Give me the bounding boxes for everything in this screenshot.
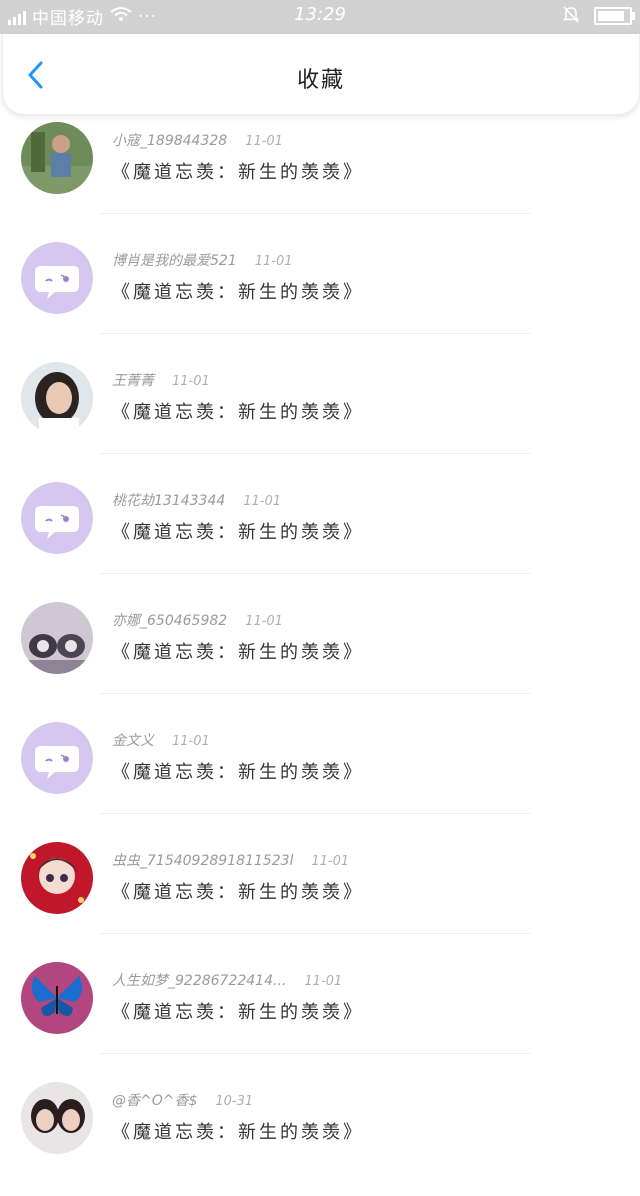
username[interactable]: 亦娜_650465982 bbox=[112, 613, 227, 629]
list-item[interactable]: 金文义 11-01 《魔道忘羡：新生的羡羡》 bbox=[0, 716, 640, 836]
book-title[interactable]: 《魔道忘羡：新生的羡羡》 bbox=[112, 278, 364, 304]
status-right bbox=[562, 5, 635, 27]
divider bbox=[100, 693, 530, 694]
book-title[interactable]: 《魔道忘羡：新生的羡羡》 bbox=[112, 158, 364, 184]
divider bbox=[100, 573, 530, 574]
list-item[interactable]: 亦娜_650465982 11-01 《魔道忘羡：新生的羡羡》 bbox=[0, 596, 640, 716]
date: 11-01 bbox=[245, 134, 283, 149]
username[interactable]: 王菁菁 bbox=[112, 373, 154, 389]
username[interactable]: 虫虫_7154092891811523l bbox=[112, 853, 293, 869]
avatar bbox=[21, 602, 93, 674]
book-title[interactable]: 《魔道忘羡：新生的羡羡》 bbox=[112, 878, 364, 904]
book-title[interactable]: 《魔道忘羡：新生的羡羡》 bbox=[112, 1118, 364, 1144]
divider bbox=[100, 213, 530, 214]
avatar bbox=[21, 962, 93, 1034]
list-item[interactable]: 博肖是我的最爱521 11-01 《魔道忘羡：新生的羡羡》 bbox=[0, 236, 640, 356]
avatar bbox=[21, 1082, 93, 1154]
divider bbox=[100, 453, 530, 454]
date: 11-01 bbox=[172, 374, 210, 389]
battery-icon bbox=[594, 7, 635, 25]
date: 11-01 bbox=[304, 974, 343, 989]
date: 11-01 bbox=[254, 254, 293, 269]
date: 11-01 bbox=[172, 734, 210, 749]
avatar bbox=[21, 122, 93, 194]
username[interactable]: 人生如梦_92286722414... bbox=[112, 973, 286, 989]
date: 11-01 bbox=[245, 614, 283, 629]
list-item[interactable]: 小寇_189844328 11-01 《魔道忘羡：新生的羡羡》 bbox=[0, 116, 640, 236]
avatar bbox=[21, 362, 93, 434]
favorites-list: 小寇_189844328 11-01 《魔道忘羡：新生的羡羡》 博肖是我的最爱52… bbox=[0, 116, 640, 1196]
mute-bell-icon bbox=[562, 5, 580, 27]
clock: 13:29 bbox=[294, 4, 346, 25]
username[interactable]: 博肖是我的最爱521 bbox=[112, 253, 237, 269]
list-item[interactable]: 桃花劫13143344 11-01 《魔道忘羡：新生的羡羡》 bbox=[0, 476, 640, 596]
username[interactable]: 金文义 bbox=[112, 733, 154, 749]
divider bbox=[100, 1053, 530, 1054]
avatar bbox=[21, 242, 93, 314]
status-bar: 中国移动 ··· 13:29 bbox=[0, 0, 640, 34]
list-item[interactable]: @香^O^香$ 10-31 《魔道忘羡：新生的羡羡》 bbox=[0, 1076, 640, 1196]
username[interactable]: @香^O^香$ bbox=[112, 1093, 197, 1109]
page-title: 收藏 bbox=[296, 68, 345, 93]
avatar bbox=[21, 482, 93, 554]
username[interactable]: 小寇_189844328 bbox=[112, 133, 227, 149]
book-title[interactable]: 《魔道忘羡：新生的羡羡》 bbox=[112, 518, 364, 544]
divider bbox=[100, 813, 530, 814]
date: 10-31 bbox=[215, 1094, 254, 1109]
username[interactable]: 桃花劫13143344 bbox=[112, 493, 225, 509]
header-bar: 收藏 bbox=[2, 34, 640, 115]
date: 11-01 bbox=[311, 854, 350, 869]
book-title[interactable]: 《魔道忘羡：新生的羡羡》 bbox=[112, 638, 364, 664]
list-item[interactable]: 王菁菁 11-01 《魔道忘羡：新生的羡羡》 bbox=[0, 356, 640, 476]
divider bbox=[100, 333, 530, 334]
book-title[interactable]: 《魔道忘羡：新生的羡羡》 bbox=[112, 758, 364, 784]
divider bbox=[100, 933, 530, 934]
list-item[interactable]: 人生如梦_92286722414... 11-01 《魔道忘羡：新生的羡羡》 bbox=[0, 956, 640, 1076]
list-item[interactable]: 虫虫_7154092891811523l 11-01 《魔道忘羡：新生的羡羡》 bbox=[0, 836, 640, 956]
date: 11-01 bbox=[243, 494, 282, 509]
book-title[interactable]: 《魔道忘羡：新生的羡羡》 bbox=[112, 398, 364, 424]
book-title[interactable]: 《魔道忘羡：新生的羡羡》 bbox=[112, 998, 364, 1024]
avatar bbox=[21, 722, 93, 794]
avatar bbox=[21, 842, 93, 914]
